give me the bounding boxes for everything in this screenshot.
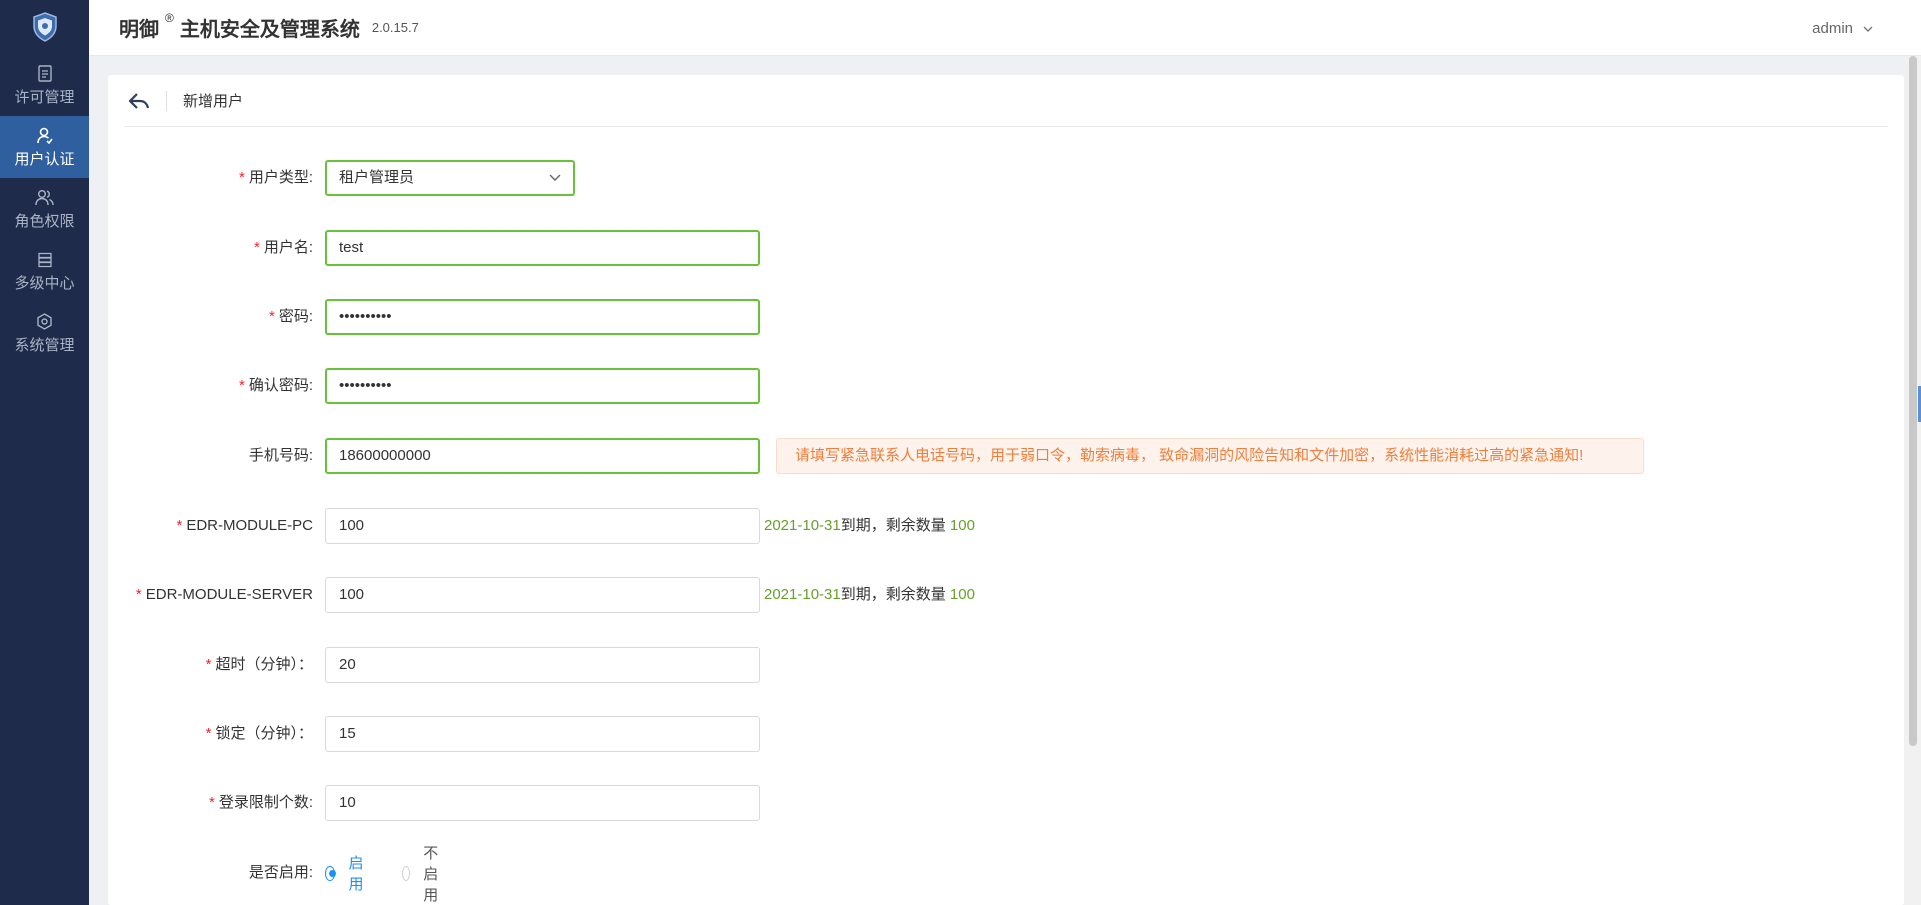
page-title: 新增用户 bbox=[183, 93, 244, 110]
chevron-down-icon bbox=[1863, 20, 1873, 37]
sidebar: 许可管理 用户认证 角色权限 多级中心 系统管理 bbox=[0, 0, 89, 905]
form-card: 新增用户 * 用户类型: 租户管理员 * 用户名: test * 密码: ••••••… bbox=[108, 75, 1904, 905]
sidebar-item-system[interactable]: 系统管理 bbox=[0, 302, 89, 364]
back-icon[interactable] bbox=[124, 86, 154, 116]
enabled-radio-group: 启用 不启用 bbox=[325, 845, 479, 904]
radio-enabled[interactable]: 启用 bbox=[325, 852, 368, 894]
sidebar-item-label: 系统管理 bbox=[14, 336, 75, 354]
edr-pc-expiry-info: 2021-10-31到期，剩余数量 100 bbox=[764, 517, 975, 534]
sidebar-item-license[interactable]: 许可管理 bbox=[0, 54, 89, 116]
lock-input[interactable]: 15 bbox=[325, 716, 760, 752]
sidebar-item-label: 多级中心 bbox=[14, 274, 75, 292]
app-version: 2.0.15.7 bbox=[371, 20, 419, 35]
sidebar-item-multi-center[interactable]: 多级中心 bbox=[0, 240, 89, 302]
sidebar-item-label: 角色权限 bbox=[14, 212, 75, 230]
edr-server-input[interactable]: 100 bbox=[325, 577, 760, 613]
edr-server-expiry-info: 2021-10-31到期，剩余数量 100 bbox=[764, 586, 975, 603]
user-auth-icon bbox=[36, 126, 53, 146]
sidebar-item-roles[interactable]: 角色权限 bbox=[0, 178, 89, 240]
user-menu[interactable]: admin bbox=[1812, 0, 1873, 56]
scrollbar-thumb[interactable] bbox=[1909, 56, 1917, 746]
confirm-password-input[interactable]: •••••••••• bbox=[325, 368, 760, 404]
phone-input[interactable]: 18600000000 bbox=[325, 438, 760, 474]
edr-pc-input[interactable]: 100 bbox=[325, 508, 760, 544]
sidebar-item-label: 许可管理 bbox=[14, 88, 75, 106]
phone-warning-tip: 请填写紧急联系人电话号码，用于弱口令，勒索病毒， 致命漏洞的风险告知和文件加密，… bbox=[776, 438, 1644, 474]
card-header: 新增用户 bbox=[124, 75, 1888, 127]
username-label: admin bbox=[1812, 19, 1853, 37]
page-scrollbar[interactable] bbox=[1904, 56, 1921, 905]
multi-center-icon bbox=[37, 250, 53, 270]
timeout-input[interactable]: 20 bbox=[325, 647, 760, 683]
sidebar-item-label: 用户认证 bbox=[14, 150, 75, 168]
chevron-down-icon bbox=[549, 162, 561, 194]
login-limit-input[interactable]: 10 bbox=[325, 785, 760, 821]
top-header: 明御®主机安全及管理系统 2.0.15.7 admin bbox=[89, 0, 1921, 56]
shield-logo-icon bbox=[0, 0, 89, 54]
license-icon bbox=[37, 64, 53, 84]
settings-icon bbox=[36, 312, 53, 332]
sidebar-item-user-auth[interactable]: 用户认证 bbox=[0, 116, 89, 178]
radio-disabled[interactable]: 不启用 bbox=[402, 842, 445, 905]
role-icon bbox=[35, 188, 54, 208]
username-input[interactable]: test bbox=[325, 230, 760, 266]
app-title: 明御®主机安全及管理系统 bbox=[119, 11, 360, 41]
user-type-select[interactable]: 租户管理员 bbox=[325, 160, 575, 196]
divider bbox=[166, 90, 167, 111]
password-input[interactable]: •••••••••• bbox=[325, 299, 760, 335]
